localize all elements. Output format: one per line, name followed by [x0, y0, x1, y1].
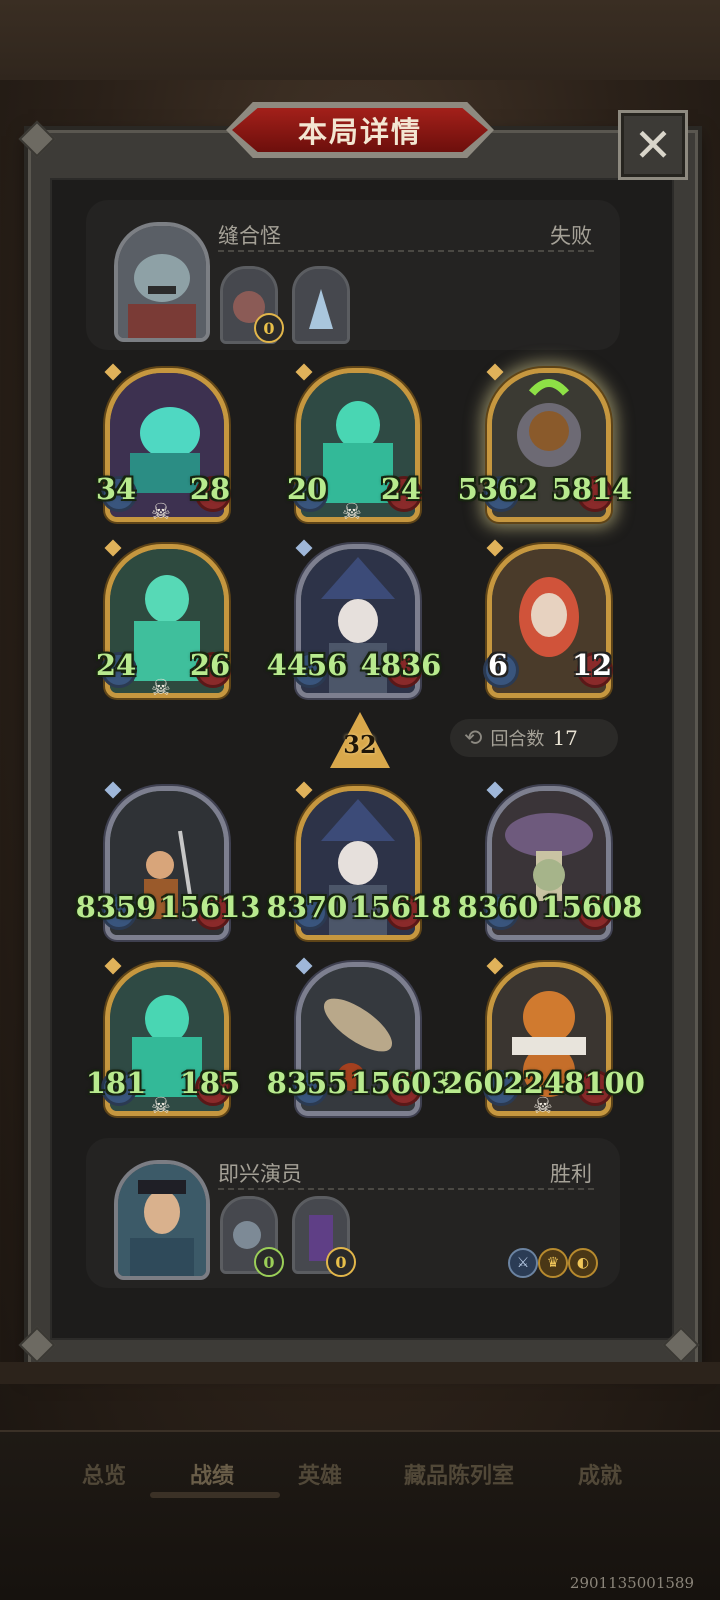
refresh-icon: ⟲ [464, 725, 483, 751]
rounds-pill: ⟲ 回合数 17 [450, 719, 618, 757]
minion-health: 15603 [350, 1066, 452, 1100]
coin-icon[interactable]: ◐ [568, 1248, 598, 1278]
minion-health: 26 [189, 648, 231, 682]
user-id: 2901135001589 [569, 1574, 694, 1592]
close-button[interactable]: ✕ [618, 110, 688, 180]
minion-health: 28 [189, 472, 231, 506]
minion-attack: 26022 [443, 1066, 544, 1100]
player-name: 即兴演员 [218, 1162, 302, 1186]
player-hero-portrait[interactable] [114, 1160, 210, 1280]
opponent-result: 失败 [550, 224, 592, 248]
trinket-count-badge: 0 [254, 1247, 284, 1277]
minion-attack: 6 [487, 648, 509, 682]
divider [218, 250, 594, 252]
minion-attack: 4456 [266, 648, 348, 682]
rounds-label: 回合数 [490, 729, 545, 750]
minion-attack: 8370 [266, 890, 348, 924]
minion-health: 15608 [541, 890, 643, 924]
skull-icon: ☠ [151, 1094, 171, 1119]
skull-icon: ☠ [342, 500, 362, 525]
minion-attack: 8355 [266, 1066, 348, 1100]
minion-attack: 24 [95, 648, 137, 682]
minion-attack: 5362 [457, 472, 539, 506]
skull-icon: ☠ [533, 1094, 553, 1119]
minion-attack: 8359 [75, 890, 157, 924]
minion-health: 4836 [360, 648, 442, 682]
tab-overview[interactable]: 总览 [82, 1458, 126, 1490]
player-result: 胜利 [550, 1162, 592, 1186]
minion-attack: 8360 [457, 890, 539, 924]
tavern-tier-value: 32 [343, 730, 377, 759]
dialog-title: 本局详情 [297, 115, 422, 149]
minion-health: 15613 [159, 890, 261, 924]
crown-icon[interactable]: ♛ [538, 1248, 568, 1278]
trinket-count-badge: 0 [254, 313, 284, 343]
skull-icon: ☠ [151, 500, 171, 525]
sword-icon[interactable]: ⚔ [508, 1248, 538, 1278]
close-icon: ✕ [633, 118, 673, 172]
rounds-value: 17 [552, 726, 578, 750]
minion-attack: 34 [95, 472, 137, 506]
minion-health: 185 [179, 1066, 241, 1100]
top-backdrop [0, 0, 720, 80]
opponent-trinket[interactable] [292, 266, 350, 344]
trinket-count-badge: 0 [326, 1247, 356, 1277]
divider [218, 1188, 594, 1190]
minion-health: 24 [380, 472, 422, 506]
frame-bottom [0, 1362, 720, 1384]
tab-records[interactable]: 战绩 [190, 1458, 234, 1490]
player-panel: 即兴演员 胜利 0 0 ⚔ ♛ ◐ [86, 1138, 620, 1288]
active-tab-indicator [150, 1492, 280, 1498]
skull-icon: ☠ [151, 676, 171, 701]
opponent-panel: 缝合怪 失败 0 [86, 200, 620, 350]
minion-health: 12 [571, 648, 613, 682]
title-plate: 本局详情 [226, 102, 494, 158]
tab-collection[interactable]: 藏品陈列室 [404, 1458, 514, 1490]
minion-health: 5814 [551, 472, 633, 506]
tavern-tier-badge: 32 [330, 712, 390, 768]
tab-heroes[interactable]: 英雄 [298, 1458, 342, 1490]
minion-attack: 181 [85, 1066, 147, 1100]
minion-health: 15618 [350, 890, 452, 924]
minion-attack: 20 [286, 472, 328, 506]
opponent-name: 缝合怪 [218, 224, 281, 248]
tab-achievements[interactable]: 成就 [578, 1458, 622, 1490]
minion-health: 48100 [544, 1066, 645, 1100]
opponent-hero-portrait[interactable] [114, 222, 210, 342]
